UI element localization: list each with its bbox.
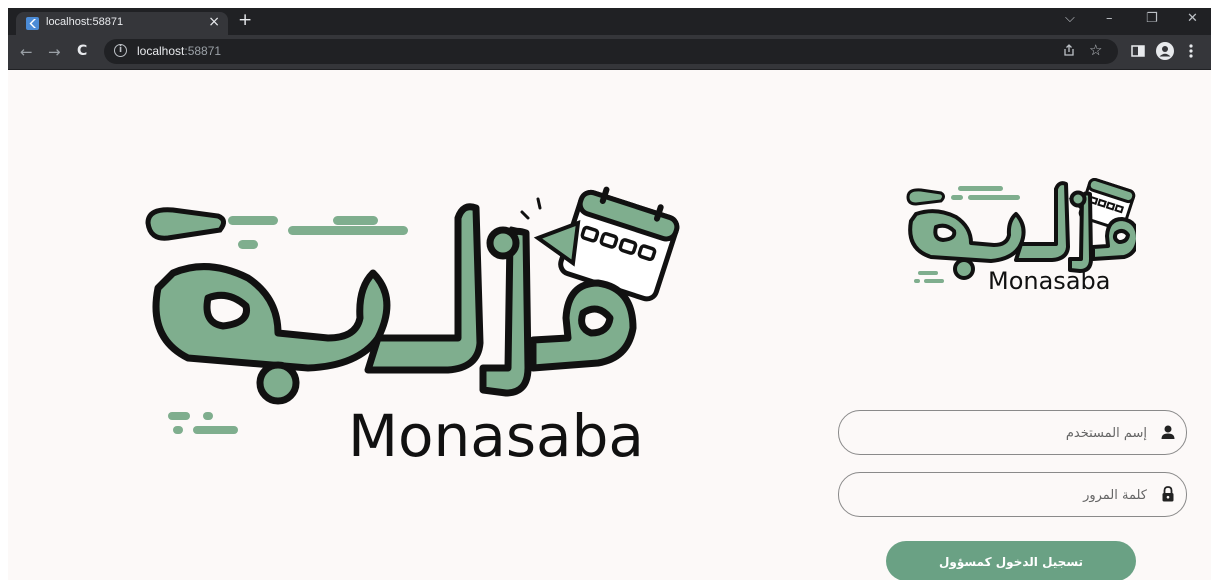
close-window-icon[interactable]: ✕ — [1187, 11, 1198, 26]
restore-icon[interactable]: ❐ — [1146, 11, 1158, 26]
browser-toolbar: ← → C i localhost:58871 ☆ — [8, 35, 1211, 69]
menu-kebab-icon[interactable] — [1189, 43, 1193, 63]
minimize-icon[interactable]: – — [1106, 11, 1113, 26]
share-icon[interactable] — [1062, 43, 1076, 61]
reload-icon[interactable]: C — [77, 43, 87, 59]
lock-icon — [1160, 486, 1176, 502]
person-icon — [1160, 424, 1176, 440]
back-icon[interactable]: ← — [20, 43, 33, 61]
username-input[interactable] — [855, 411, 1149, 456]
forward-icon[interactable]: → — [48, 43, 61, 61]
side-panel-icon[interactable] — [1131, 44, 1145, 62]
brand-logo-large: Monasaba — [128, 178, 688, 482]
profile-icon[interactable] — [1156, 42, 1174, 64]
bookmark-star-icon[interactable]: ☆ — [1089, 41, 1102, 59]
admin-login-button[interactable]: تسجيل الدخول كمسؤول — [886, 541, 1136, 580]
page-viewport: Monasaba Monasaba إسم المستخدم تسجيل الد… — [8, 70, 1211, 580]
brand-logo-small: Monasaba — [896, 169, 1140, 303]
url-text: localhost:58871 — [137, 44, 222, 58]
info-icon[interactable]: i — [114, 44, 127, 57]
password-field[interactable] — [838, 472, 1187, 518]
browser-window: localhost:58871 × + ⌵ – ❐ ✕ ← → C i loca… — [8, 8, 1211, 580]
flutter-favicon-icon — [26, 17, 39, 30]
username-field[interactable] — [838, 410, 1187, 456]
tab-title: localhost:58871 — [46, 16, 124, 28]
small-brand-latin-name: Monasaba — [988, 267, 1110, 295]
tab-close-icon[interactable]: × — [208, 14, 220, 30]
small-logo-illustration: Monasaba — [906, 177, 1140, 295]
address-bar[interactable]: i localhost:58871 ☆ — [104, 39, 1118, 64]
brand-latin-name: Monasaba — [348, 402, 644, 470]
browser-tab[interactable]: localhost:58871 × — [16, 12, 228, 35]
tab-bar: localhost:58871 × + ⌵ – ❐ ✕ — [8, 8, 1211, 35]
logo-illustration: Monasaba — [145, 186, 680, 470]
tab-search-icon[interactable]: ⌵ — [1065, 11, 1075, 26]
new-tab-icon[interactable]: + — [238, 10, 252, 30]
password-input[interactable] — [855, 473, 1149, 518]
